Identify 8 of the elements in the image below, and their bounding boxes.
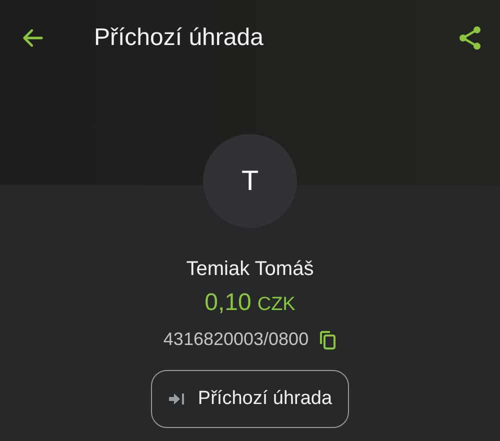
transaction-type-chip[interactable]: Příchozí úhrada xyxy=(150,370,350,428)
incoming-arrow-icon xyxy=(168,392,186,406)
counterparty-name: Temiak Tomáš xyxy=(186,258,314,281)
screen-title: Příchozí úhrada xyxy=(94,24,264,52)
currency: CZK xyxy=(257,294,296,316)
account-number: 4316820003/0800 xyxy=(163,329,309,350)
copy-icon[interactable] xyxy=(318,330,337,350)
amount: 0,10 xyxy=(204,289,252,317)
